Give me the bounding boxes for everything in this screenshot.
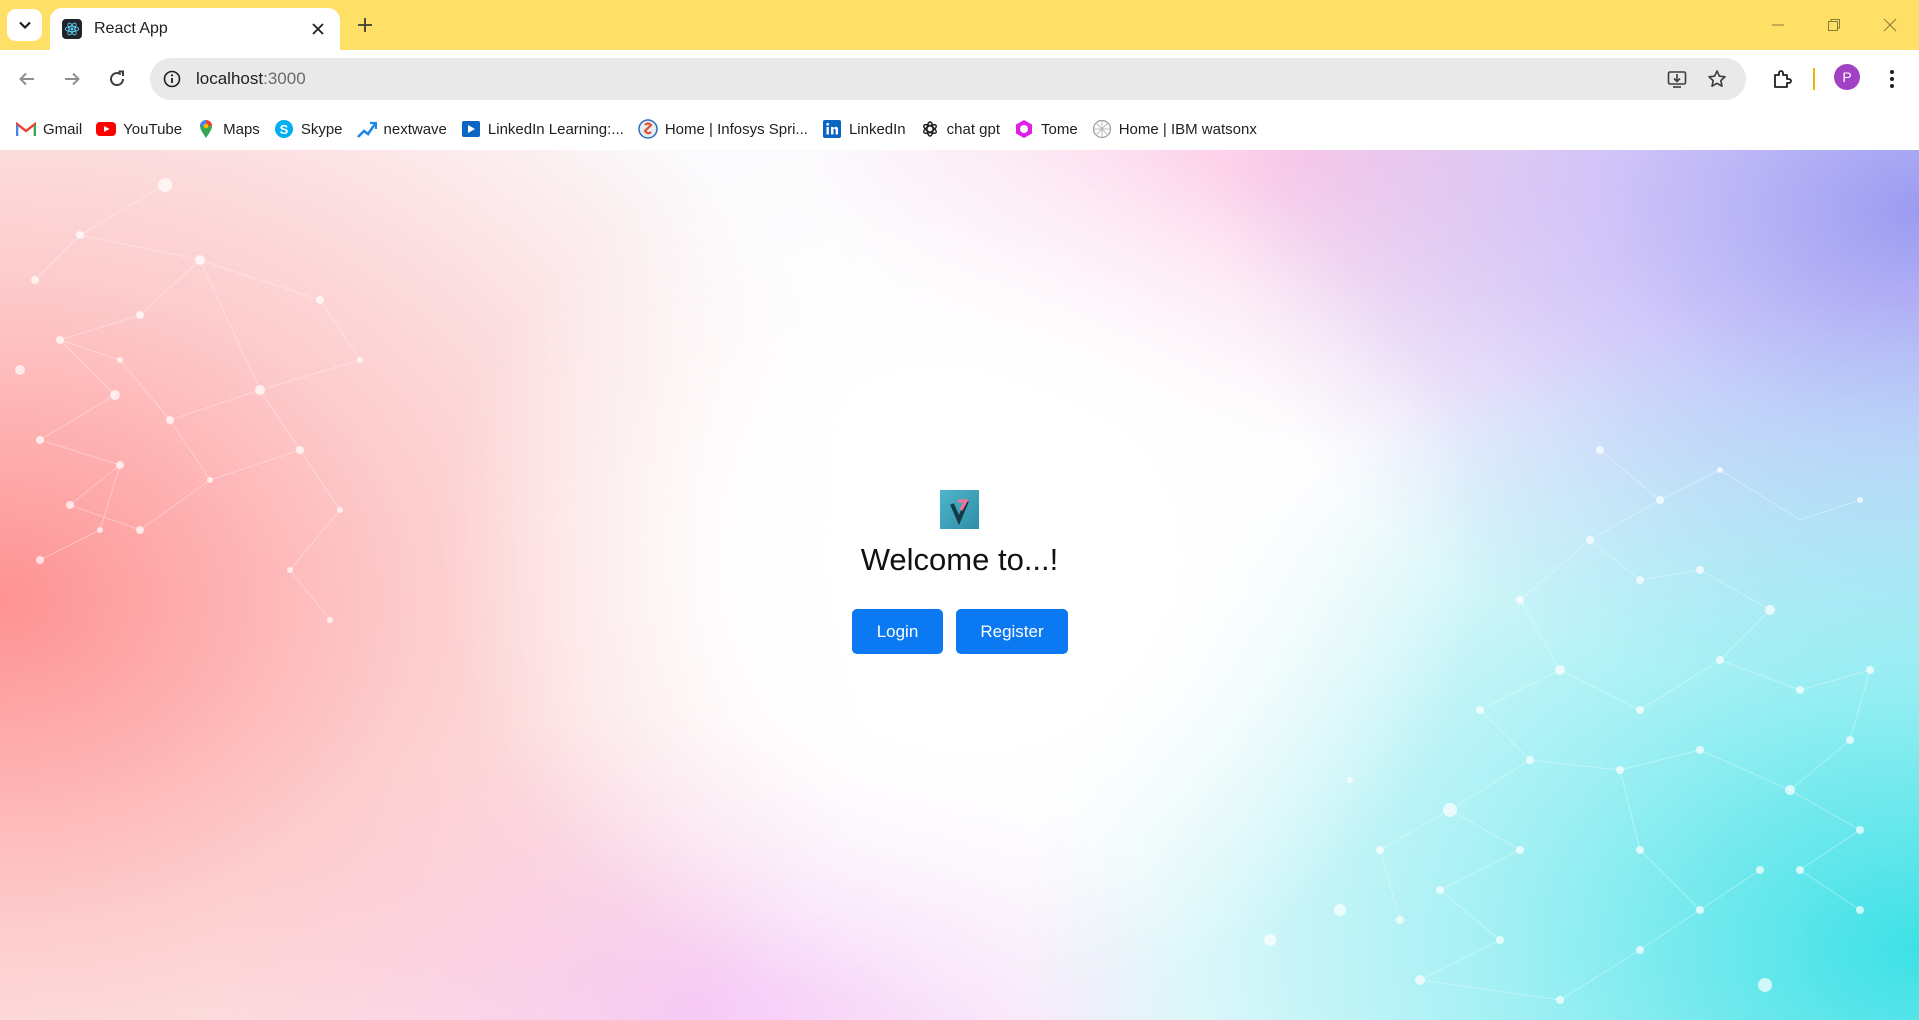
bookmark-youtube[interactable]: YouTube	[92, 114, 190, 144]
maps-icon	[196, 119, 216, 139]
welcome-heading: Welcome to...!	[860, 542, 1059, 577]
bookmark-infosys[interactable]: Home | Infosys Spri...	[634, 114, 816, 144]
bookmark-label: Gmail	[43, 120, 83, 138]
active-tab[interactable]: React App	[50, 8, 340, 50]
address-bar[interactable]: localhost:3000	[150, 58, 1746, 100]
close-icon	[1883, 18, 1897, 32]
restore-icon	[1828, 19, 1840, 31]
bookmark-label: Maps	[223, 120, 260, 138]
tab-strip: React App	[0, 0, 1919, 50]
url-port: :3000	[263, 69, 306, 88]
browser-toolbar: localhost:3000 P	[0, 50, 1919, 108]
bookmark-label: nextwave	[383, 120, 447, 138]
gmail-icon	[16, 119, 36, 139]
more-menu-icon[interactable]	[1876, 63, 1908, 95]
bookmark-label: LinkedIn	[848, 120, 906, 138]
chevron-down-icon	[18, 21, 31, 30]
bookmark-label: Home | IBM watsonx	[1118, 120, 1257, 138]
react-icon	[62, 19, 82, 39]
app-logo	[940, 490, 979, 529]
bookmark-label: Tome	[1041, 120, 1078, 138]
toolbar-divider	[1813, 68, 1815, 90]
bookmark-tome[interactable]: Tome	[1010, 114, 1086, 144]
new-tab-button[interactable]	[350, 10, 380, 40]
login-button[interactable]: Login	[852, 609, 943, 654]
extensions-icon[interactable]	[1766, 63, 1798, 95]
bookmark-linkedin[interactable]: LinkedIn	[818, 114, 914, 144]
profile-avatar[interactable]: P	[1834, 64, 1860, 90]
bookmark-maps[interactable]: Maps	[192, 114, 268, 144]
tab-title: React App	[94, 20, 168, 37]
chatgpt-icon	[920, 119, 940, 139]
ibm-watsonx-icon	[1092, 119, 1112, 139]
bookmark-chatgpt[interactable]: chat gpt	[916, 114, 1008, 144]
minimize-button[interactable]	[1754, 9, 1802, 41]
page-viewport: Welcome to...! Login Register	[0, 150, 1919, 1020]
register-button[interactable]: Register	[956, 609, 1068, 654]
install-app-icon[interactable]	[1663, 65, 1691, 93]
url-host: localhost	[196, 69, 264, 88]
plus-icon	[358, 18, 372, 32]
restore-button[interactable]	[1810, 9, 1858, 41]
close-tab-icon[interactable]	[304, 15, 332, 43]
bookmark-nextwave[interactable]: nextwave	[353, 114, 455, 144]
bookmark-label: LinkedIn Learning:...	[487, 120, 624, 138]
url-text: localhost:3000	[196, 69, 306, 89]
forward-button[interactable]	[56, 63, 88, 95]
bookmark-label: Skype	[300, 120, 343, 138]
linkedin-icon	[822, 119, 842, 139]
bookmark-label: chat gpt	[946, 120, 1001, 138]
linkedin-learning-icon	[461, 119, 481, 139]
reload-button[interactable]	[101, 63, 133, 95]
bookmark-skype[interactable]: S Skype	[270, 114, 351, 144]
bookmark-linkedin-learning[interactable]: LinkedIn Learning:...	[457, 114, 632, 144]
reload-icon	[110, 70, 125, 87]
svg-text:S: S	[279, 122, 288, 137]
site-info-icon[interactable]	[158, 65, 186, 93]
tab-search-button[interactable]	[7, 9, 42, 41]
infosys-icon	[638, 119, 658, 139]
skype-icon: S	[274, 119, 294, 139]
youtube-icon	[96, 119, 117, 139]
close-window-button[interactable]	[1866, 9, 1914, 41]
bookmark-label: YouTube	[123, 120, 183, 138]
arrow-left-icon	[19, 72, 34, 86]
nextwave-icon	[356, 119, 377, 139]
welcome-panel: Welcome to...! Login Register	[0, 150, 1919, 1020]
tome-icon	[1014, 119, 1034, 139]
bookmark-label: Home | Infosys Spri...	[664, 120, 808, 138]
bookmark-gmail[interactable]: Gmail	[12, 114, 90, 144]
bookmarks-bar: Gmail YouTube Maps S Skype nextwave Link…	[0, 108, 1919, 150]
bookmark-star-icon[interactable]	[1703, 65, 1731, 93]
minimize-icon	[1772, 24, 1784, 26]
back-button[interactable]	[11, 63, 43, 95]
bookmark-ibm-watsonx[interactable]: Home | IBM watsonx	[1088, 114, 1265, 144]
arrow-right-icon	[65, 72, 80, 86]
